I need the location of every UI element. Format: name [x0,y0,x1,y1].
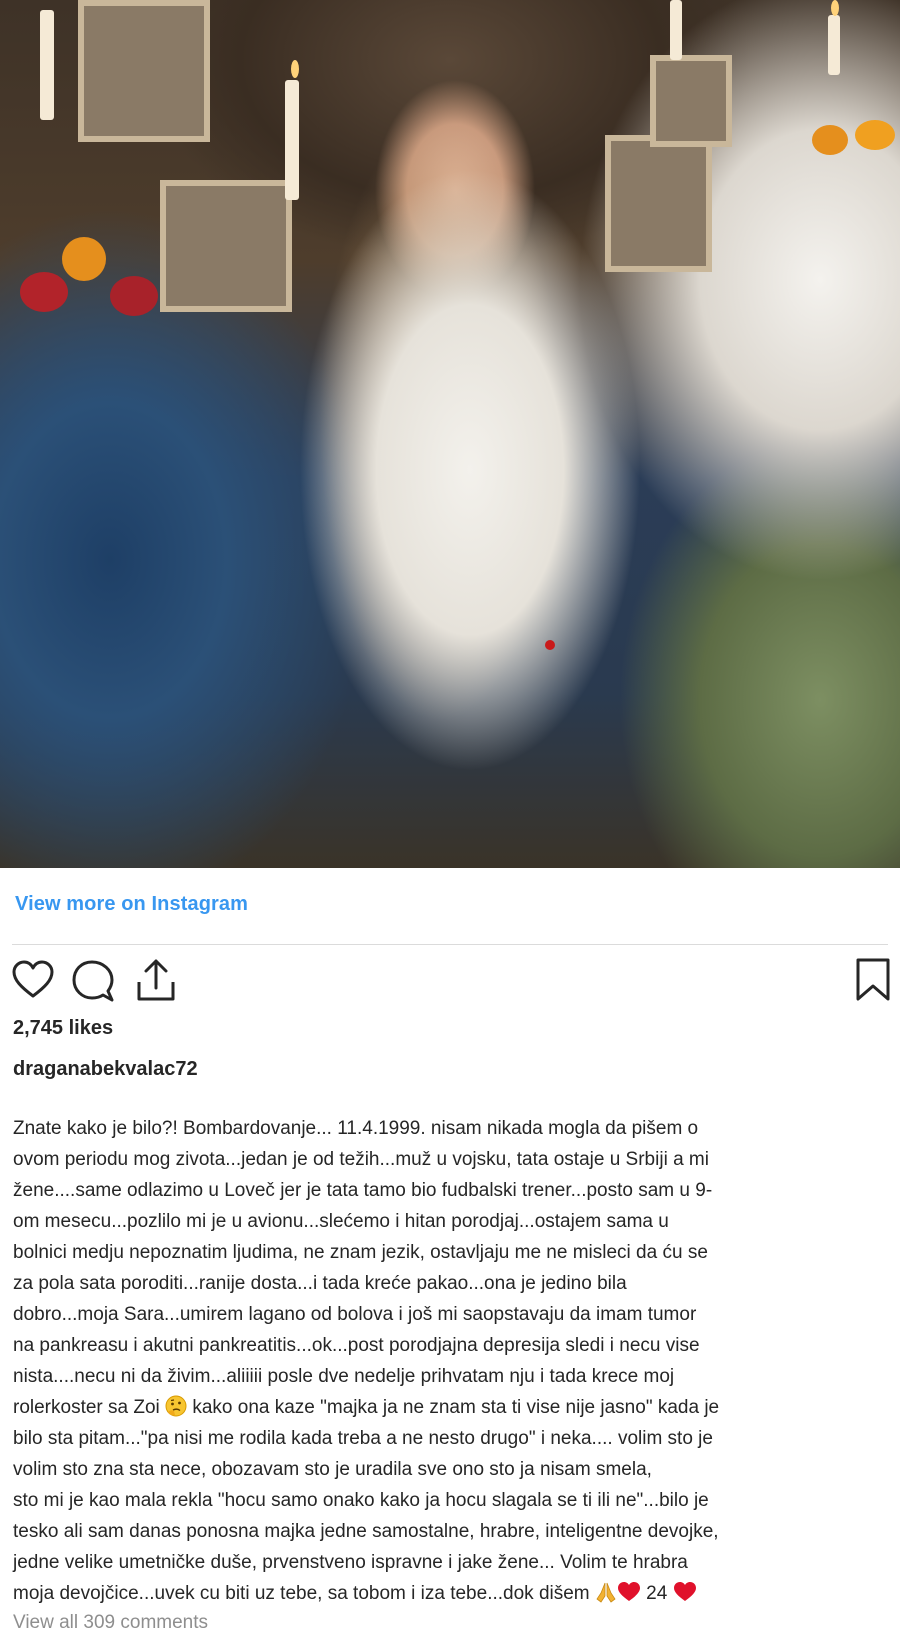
divider [12,944,888,945]
username[interactable]: draganabekvalac72 [13,1058,198,1081]
red-heart-icon [617,1582,640,1601]
view-more-on-instagram-link[interactable]: View more on Instagram [15,893,248,916]
candle-decor [40,10,54,120]
likes-count[interactable]: 2,745 likes [13,1017,113,1040]
caption-line: volim sto zna sta nece, obozavam sto je … [13,1459,652,1480]
caption-line: bilo sta pitam..."pa nisi me rodila kada… [13,1428,713,1449]
comment-bubble-icon[interactable] [72,960,114,1002]
bookmark-icon[interactable] [856,958,890,1002]
flame-decor [831,0,839,16]
caption-line: ovom periodu mog zivota...jedan je od te… [13,1149,709,1170]
orange-decor [855,120,895,150]
red-heart-icon [673,1582,696,1601]
orange-decor [62,237,106,281]
caption-line: om mesecu...pozlilo mi je u avionu...sle… [13,1211,669,1232]
caption-line: rolerkoster sa Zoi [13,1397,160,1418]
icon-frame-decor [160,180,292,312]
caption-line: nista....necu ni da živim...aliiiii posl… [13,1366,675,1387]
thinking-face-icon [165,1395,187,1417]
flame-decor [291,60,299,78]
apple-decor [110,276,158,316]
caption-line: na pankreasu i akutni pankreatitis...ok.… [13,1335,700,1356]
caption-line: za pola sata poroditi...ranije dosta...i… [13,1273,627,1294]
share-icon[interactable] [136,958,176,1002]
nail-decor [545,640,555,650]
caption-line: žene....same odlazimo u Loveč jer je tat… [13,1180,713,1201]
caption-line: tesko ali sam danas ponosna majka jedne … [13,1521,719,1542]
caption-line: bolnici medju nepoznatim ljudima, ne zna… [13,1242,708,1263]
candle-decor [285,80,299,200]
apple-decor [20,272,68,312]
candle-decor [828,15,840,75]
caption-line: Znate kako je bilo?! Bombardovanje... 11… [13,1118,699,1139]
orange-decor [812,125,848,155]
photo-frame-decor [650,55,732,147]
caption-line: dobro...moja Sara...umirem lagano od bol… [13,1304,697,1325]
caption: Znate kako je bilo?! Bombardovanje... 11… [13,1113,893,1609]
caption-line: jedne velike umetničke duše, prvenstveno… [13,1552,688,1573]
post-photo[interactable] [0,0,900,868]
icon-frame-decor [78,0,210,142]
caption-line: sto mi je kao mala rekla "hocu samo onak… [13,1490,709,1511]
candle-decor [670,0,682,60]
photo-frame-decor [605,135,712,272]
heart-icon[interactable] [12,960,54,1000]
folded-hands-icon [596,1582,616,1603]
caption-line: moja devojčice...uvek cu biti uz tebe, s… [13,1583,590,1604]
caption-line: kako ona kaze "majka ja ne znam sta ti v… [187,1397,720,1418]
caption-count: 24 [640,1583,673,1604]
